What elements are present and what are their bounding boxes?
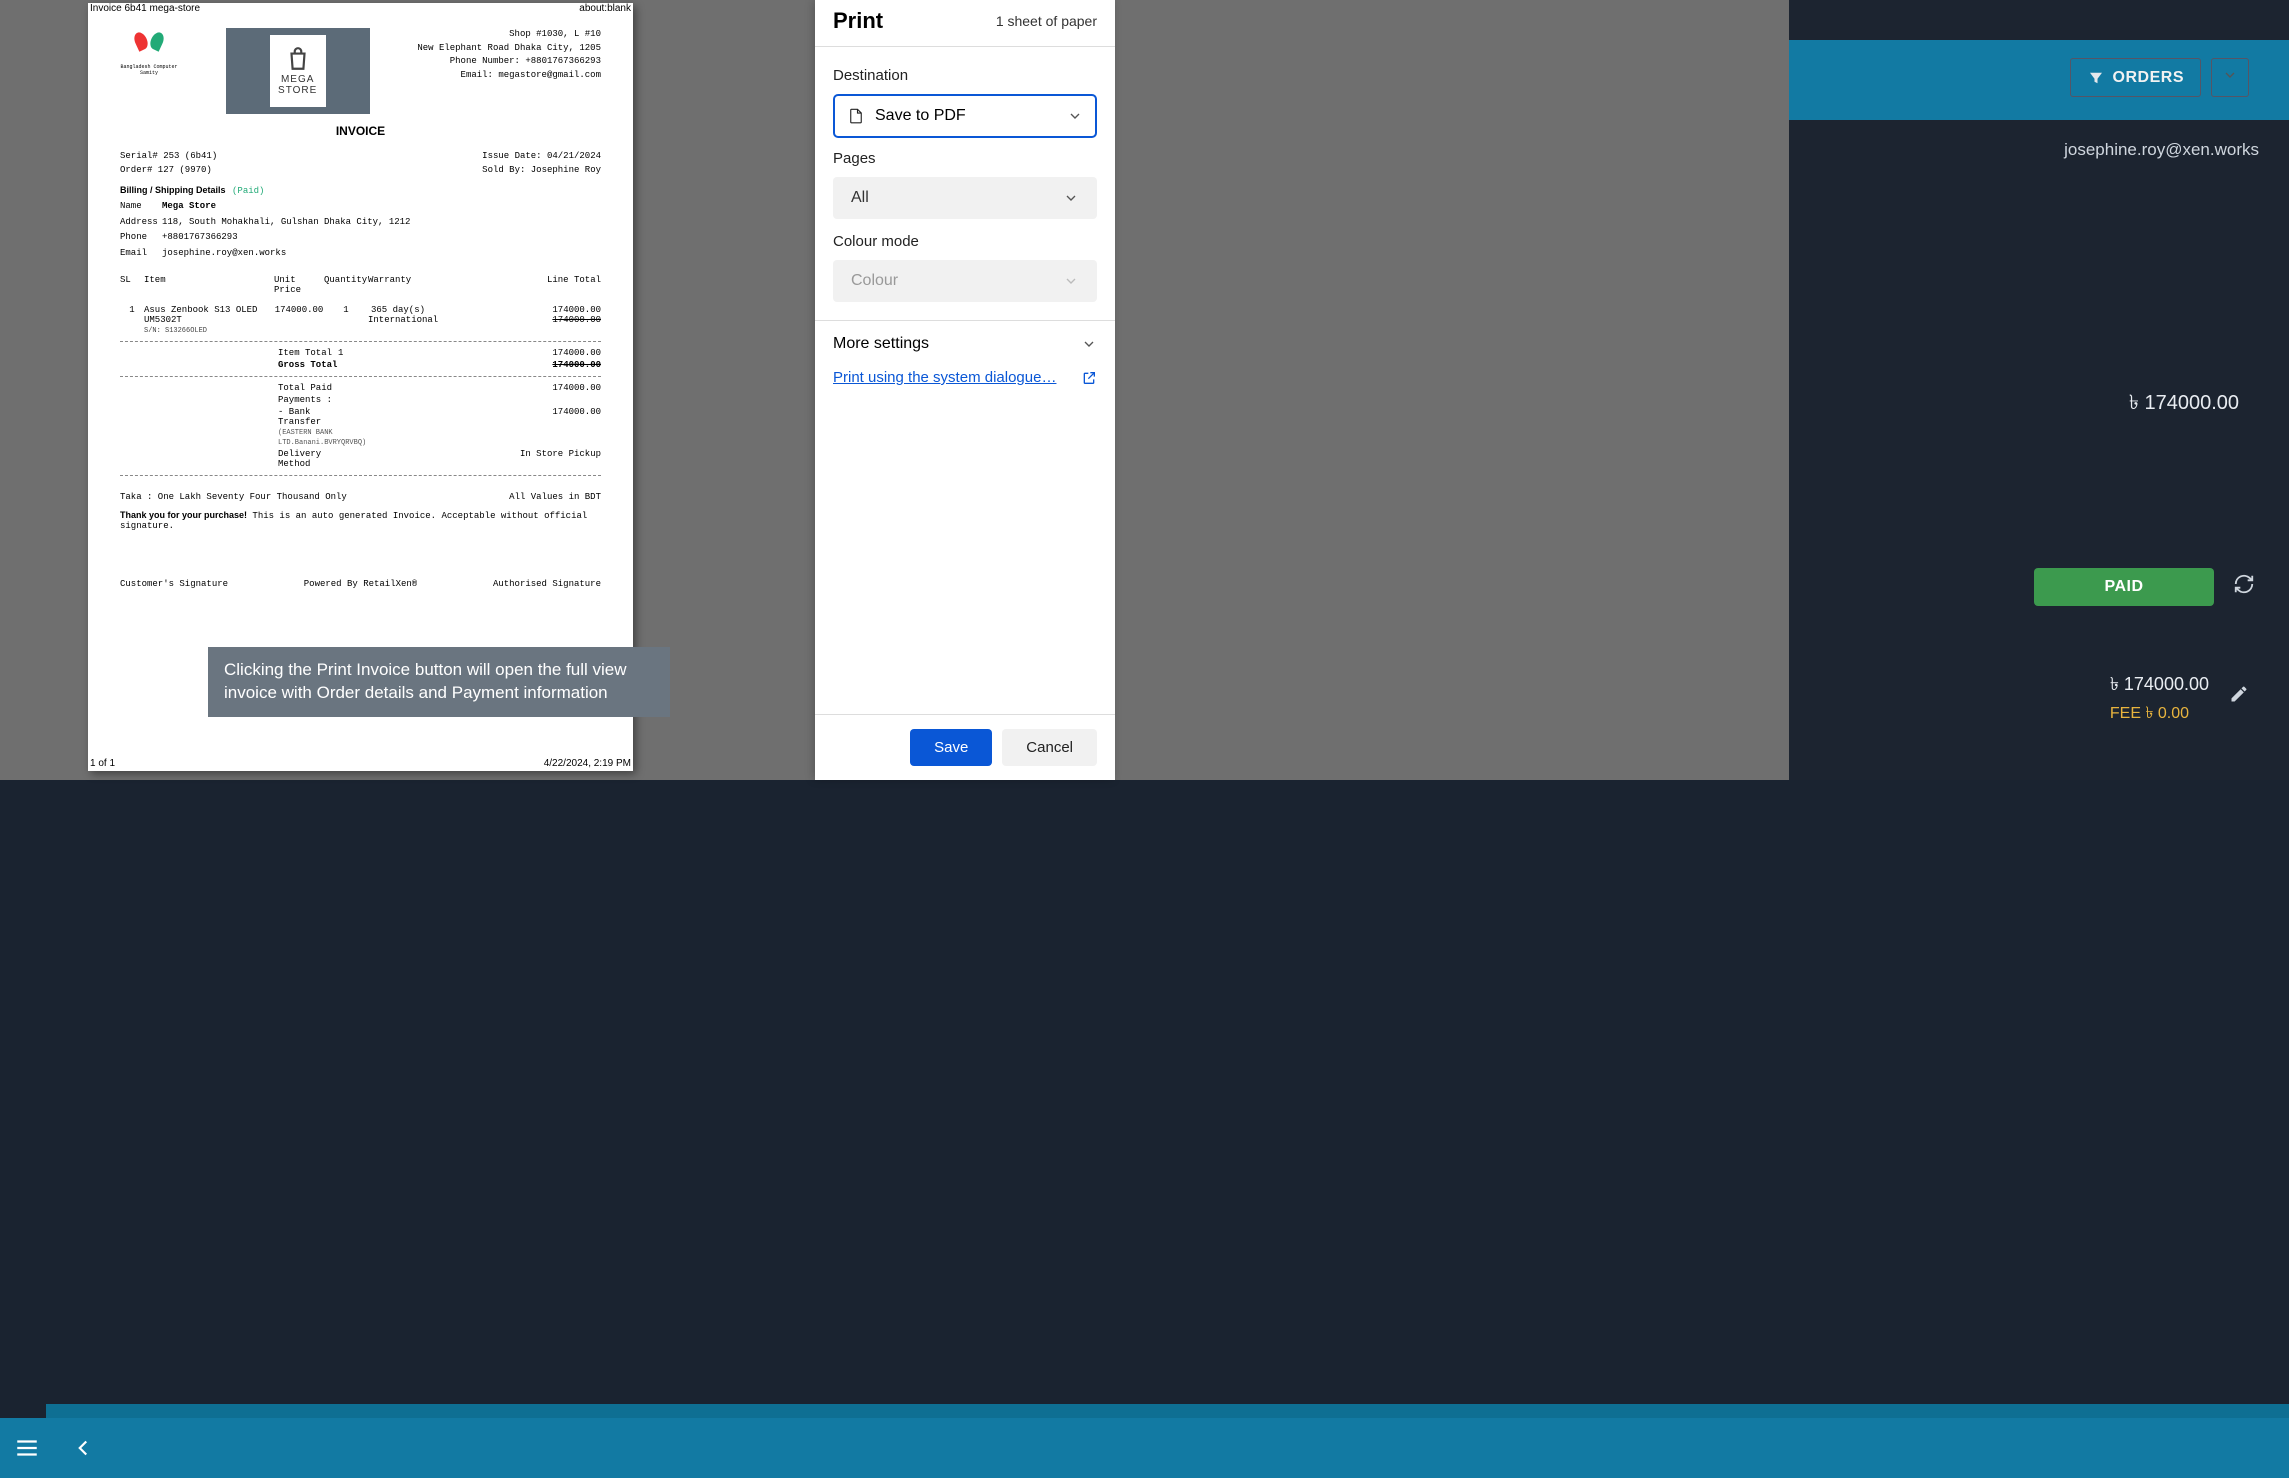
bg-strip [46,1404,2289,1418]
chevron-down-icon [1081,336,1097,352]
destination-label: Destination [833,67,1097,84]
print-preview-page: Invoice 6b41 mega-store about:blank Bang… [88,3,633,771]
paid-badge: PAID [2034,568,2214,606]
powered-by: Powered By RetailXen® [304,579,417,589]
invoice-title: INVOICE [120,124,601,138]
table-header: SLItemUnit PriceQuantityWarrantyLine Tot… [120,275,601,295]
menu-icon[interactable] [14,1435,40,1461]
more-settings[interactable]: More settings [833,335,1097,353]
serial-no: Serial# 253 (6b41) [120,150,217,164]
billing-header: Billing / Shipping Details (Paid) [120,185,601,196]
preview-url: about:blank [579,3,631,14]
back-icon[interactable] [70,1435,96,1461]
logo-text-2: STORE [278,85,317,96]
print-dialog: Print 1 sheet of paper Destination Save … [815,0,1115,780]
orders-button-group: ORDERS [2070,58,2249,97]
destination-select[interactable]: Save to PDF [833,94,1097,138]
thanks-line: Thank you for your purchase! This is an … [120,510,601,531]
refresh-icon [2233,573,2255,595]
chevron-down-icon [1063,273,1079,289]
bcs-logo: Bangladesh Computer Samity [120,28,178,76]
orders-label: ORDERS [2113,69,2184,87]
sig-auth: Authorised Signature [493,579,601,589]
help-tooltip: Clicking the Print Invoice button will o… [208,647,670,717]
issue-date: Issue Date: 04/21/2024 [482,150,601,164]
save-button[interactable]: Save [910,729,992,766]
bg-user-email: josephine.roy@xen.works [2064,140,2259,160]
chevron-down-icon [1063,190,1079,206]
page-indicator: 1 of 1 [90,758,115,769]
color-label: Colour mode [833,233,1097,250]
bottom-nav [0,1418,2289,1478]
table-row: 1 Asus Zenbook S13 OLED UM5302TS/N: S132… [120,305,601,335]
pencil-icon [2229,684,2249,704]
pages-label: Pages [833,150,1097,167]
bg-total-amount: ৳ 174000.00 [2129,388,2239,421]
color-select[interactable]: Colour [833,260,1097,302]
color-value: Colour [851,272,898,290]
refresh-button[interactable] [2233,573,2255,600]
sold-by: Sold By: Josephine Roy [482,164,601,178]
logo-text-1: MEGA [281,74,314,85]
orders-dropdown[interactable] [2211,58,2249,97]
preview-doc-title: Invoice 6b41 mega-store [90,3,200,14]
bag-icon [285,46,311,72]
print-timestamp: 4/22/2024, 2:19 PM [544,758,631,769]
destination-value: Save to PDF [875,107,966,125]
bg-payment-amount: ৳ 174000.00 [2110,670,2209,701]
store-address: Shop #1030, L #10 New Elephant Road Dhak… [417,28,601,82]
bg-fee: FEE ৳ 0.00 [2110,700,2189,727]
filter-icon [2087,69,2105,87]
orders-button[interactable]: ORDERS [2070,58,2201,97]
currency-note: All Values in BDT [509,492,601,502]
store-logo: MEGA STORE [226,28,370,114]
system-dialogue-link[interactable]: Print using the system dialogue… [833,369,1056,386]
amount-words: Taka : One Lakh Seventy Four Thousand On… [120,492,347,502]
paid-label: (Paid) [232,186,264,196]
cancel-button[interactable]: Cancel [1002,729,1097,766]
order-no: Order# 127 (9970) [120,164,217,178]
billing-details: NameMega Store Address118, South Mohakha… [120,200,601,259]
dialog-title: Print [833,8,883,34]
chevron-down-icon [2222,67,2238,83]
edit-button[interactable] [2229,684,2249,709]
pages-value: All [851,189,869,207]
sig-customer: Customer's Signature [120,579,228,589]
chevron-down-icon [1067,108,1083,124]
file-icon [847,107,865,125]
external-link-icon [1081,370,1097,386]
bcs-caption: Bangladesh Computer Samity [120,64,178,76]
sheet-count: 1 sheet of paper [996,13,1097,29]
pages-select[interactable]: All [833,177,1097,219]
